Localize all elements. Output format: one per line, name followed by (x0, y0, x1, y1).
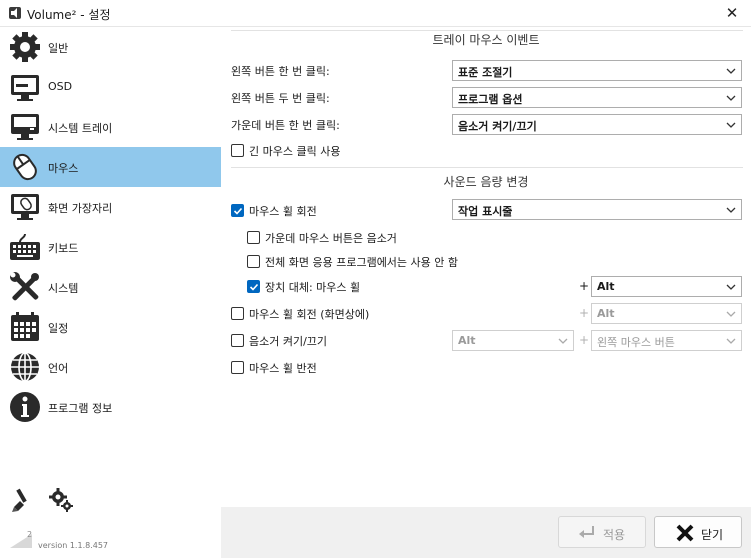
sidebar-item-label: 화면 가장자리 (48, 202, 113, 215)
tools-icon (10, 272, 39, 301)
chevron-down-icon (726, 338, 736, 344)
dropdown-value: 표준 조절기 (458, 66, 513, 79)
double-click-dropdown[interactable]: 프로그램 옵션 (452, 87, 742, 108)
sidebar-item-keyboard[interactable]: 키보드 (0, 227, 221, 267)
wheel-rotate-label: 마우스 휠 회전 (249, 205, 317, 218)
gear-icon (10, 32, 40, 62)
mute-toggle-checkbox[interactable] (231, 334, 244, 347)
chevron-down-icon (726, 122, 736, 128)
wheel-rotate-dropdown[interactable]: 작업 표시줄 (452, 199, 742, 220)
version-label: version 1.1.8.457 (38, 541, 109, 550)
double-click-label: 왼쪽 버튼 두 번 클릭: (231, 92, 330, 105)
device-switch-label: 장치 대체: 마우스 휠 (265, 281, 361, 294)
wheel-onscreen-modifier-dropdown[interactable]: Alt (591, 303, 742, 324)
footer-bar: 적용 닫기 (221, 507, 751, 558)
sidebar-item-label: 프로그램 정보 (48, 402, 113, 415)
mute-modifier-dropdown[interactable]: Alt (452, 330, 574, 351)
invert-wheel-label: 마우스 휠 반전 (249, 362, 317, 375)
sidebar-item-mouse[interactable]: 마우스 (0, 147, 221, 187)
app-icon (9, 7, 21, 19)
mouse-icon (13, 153, 37, 181)
sidebar-item-general[interactable]: 일반 (0, 27, 221, 67)
dropdown-value: Alt (597, 307, 615, 320)
wheel-onscreen-checkbox[interactable] (231, 307, 244, 320)
chevron-down-icon (726, 207, 736, 213)
close-label: 닫기 (701, 528, 724, 542)
chevron-down-icon (726, 95, 736, 101)
chevron-down-icon (726, 68, 736, 74)
middle-mute-label: 가운데 마우스 버튼은 음소거 (265, 232, 397, 245)
close-icon[interactable]: ✕ (723, 4, 741, 22)
dropdown-value: 작업 표시줄 (458, 205, 513, 218)
sidebar-item-label: 일반 (48, 42, 69, 55)
calendar-icon (11, 312, 39, 341)
sidebar-item-label: 언어 (48, 362, 69, 375)
dropdown-value: Alt (458, 334, 476, 347)
dropdown-value: 음소거 켜기/끄기 (458, 120, 537, 133)
single-click-label: 왼쪽 버튼 한 번 클릭: (231, 65, 330, 78)
sidebar-item-system-tray[interactable]: 시스템 트레이 (0, 107, 221, 147)
mute-toggle-label: 음소거 켜기/끄기 (249, 335, 328, 348)
device-modifier-dropdown[interactable]: Alt (591, 276, 742, 297)
check-icon (249, 283, 259, 291)
device-switch-checkbox[interactable] (247, 280, 260, 293)
apply-label: 적용 (603, 528, 626, 542)
chevron-down-icon (726, 284, 736, 290)
sidebar-item-label: 시스템 트레이 (48, 122, 113, 135)
plus-sign: + (579, 279, 590, 293)
sidebar-item-about[interactable]: 프로그램 정보 (0, 387, 221, 427)
section-divider (231, 167, 743, 168)
keyboard-icon (10, 233, 40, 260)
sidebar-item-osd[interactable]: OSD (0, 67, 221, 107)
sidebar-item-label: 마우스 (48, 162, 79, 175)
volume-section-title: 사운드 음량 변경 (443, 175, 529, 189)
close-button[interactable]: 닫기 (654, 516, 742, 548)
sidebar: 일반 OSD 시스템 트레이 마우스 화면 가장자리 키보드 시스템 일정 언어… (0, 27, 221, 558)
middle-mute-checkbox[interactable] (247, 231, 260, 244)
window-title: Volume² - 설정 (27, 8, 111, 22)
sidebar-item-system[interactable]: 시스템 (0, 267, 221, 307)
fullscreen-disable-label: 전체 화면 응용 프로그램에서는 사용 안 함 (265, 256, 459, 269)
dropdown-value: Alt (597, 280, 615, 293)
brush-icon[interactable] (10, 487, 36, 513)
screen-edge-icon (11, 194, 39, 220)
wheel-onscreen-label: 마우스 휠 회전 (화면상에) (249, 308, 370, 321)
version-superscript: 2 (27, 530, 33, 539)
globe-icon (11, 352, 39, 382)
sidebar-item-label: 키보드 (48, 242, 79, 255)
plus-sign: + (579, 306, 590, 320)
sidebar-item-label: OSD (48, 80, 73, 93)
long-click-checkbox[interactable] (231, 144, 244, 157)
mute-button-dropdown[interactable]: 왼쪽 마우스 버튼 (591, 330, 742, 351)
dropdown-value: 왼쪽 마우스 버튼 (597, 336, 675, 349)
close-x-icon (676, 524, 694, 542)
tray-section-title: 트레이 마우스 이벤트 (432, 33, 540, 47)
middle-click-label: 가운데 버튼 한 번 클릭: (231, 119, 340, 132)
info-icon (10, 392, 40, 422)
wheel-rotate-checkbox[interactable] (231, 204, 244, 217)
chevron-down-icon (726, 311, 736, 317)
sidebar-item-label: 시스템 (48, 282, 79, 295)
gears-icon[interactable] (48, 487, 74, 513)
apply-arrow-icon (579, 526, 594, 538)
invert-wheel-checkbox[interactable] (231, 361, 244, 374)
fullscreen-disable-checkbox[interactable] (247, 255, 260, 268)
title-bar: Volume² - 설정 ✕ (0, 0, 751, 27)
middle-click-dropdown[interactable]: 음소거 켜기/끄기 (452, 114, 742, 135)
plus-sign: + (579, 333, 590, 347)
sidebar-item-screen-edge[interactable]: 화면 가장자리 (0, 187, 221, 227)
dropdown-value: 프로그램 옵션 (458, 93, 523, 106)
monitor-icon (11, 75, 39, 101)
sidebar-item-label: 일정 (48, 322, 69, 335)
single-click-dropdown[interactable]: 표준 조절기 (452, 60, 742, 81)
sidebar-item-language[interactable]: 언어 (0, 347, 221, 387)
check-icon (233, 207, 243, 215)
long-click-label: 긴 마우스 클릭 사용 (249, 145, 341, 158)
apply-button[interactable]: 적용 (558, 516, 646, 548)
system-tray-icon (11, 114, 39, 140)
chevron-down-icon (558, 338, 568, 344)
sidebar-item-schedule[interactable]: 일정 (0, 307, 221, 347)
